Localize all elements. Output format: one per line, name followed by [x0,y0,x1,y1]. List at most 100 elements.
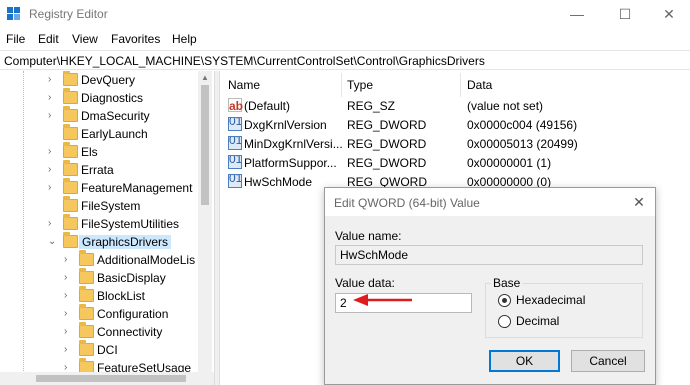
column-type[interactable]: Type [347,78,373,92]
tree-item[interactable]: › Diagnostics [0,88,214,107]
folder-icon [63,178,78,194]
tree-item-label[interactable]: Errata [81,163,114,177]
tree-item[interactable]: › DmaSecurity [0,106,214,125]
tree-item[interactable]: › FileSystemUtilities [0,214,214,233]
chevron-right-icon[interactable]: › [64,326,74,338]
column-divider[interactable] [460,73,461,97]
folder-icon [63,106,78,122]
tree-item[interactable]: › DCI [0,340,214,359]
tree-item[interactable]: ⌄ GraphicsDrivers [0,232,214,251]
address-path[interactable]: Computer\HKEY_LOCAL_MACHINE\SYSTEM\Curre… [4,54,485,68]
dialog-close-button[interactable]: ✕ [628,192,650,212]
value-data-cell: 0x0000c004 (49156) [467,118,578,132]
list-header: Name Type Data [220,73,690,97]
edit-qword-dialog: Edit QWORD (64-bit) Value ✕ Value name: … [324,187,656,385]
column-name[interactable]: Name [228,78,260,92]
value-name-cell: MinDxgKrnlVersi... [244,137,343,151]
cancel-button[interactable]: Cancel [571,350,645,372]
table-row[interactable]: ab (Default) REG_SZ (value not set) [220,96,690,115]
tree-item[interactable]: › AdditionalModeLis [0,250,214,269]
folder-icon [63,196,78,212]
hexadecimal-label[interactable]: Hexadecimal [516,293,585,307]
ok-button[interactable]: OK [489,350,560,372]
menu-help[interactable]: Help [172,32,197,46]
chevron-right-icon[interactable]: › [64,344,74,356]
tree-item[interactable]: › BlockList [0,286,214,305]
decimal-radio[interactable] [498,315,511,328]
hexadecimal-radio[interactable] [498,294,511,307]
tree-item-label[interactable]: AdditionalModeLis [97,253,195,267]
tree-item[interactable]: EarlyLaunch [0,124,214,143]
menu-view[interactable]: View [72,32,98,46]
folder-icon [79,304,94,320]
chevron-right-icon[interactable]: › [48,110,58,122]
tree-item[interactable]: FileSystem [0,196,214,215]
tree-item[interactable]: › Connectivity [0,322,214,341]
chevron-right-icon[interactable]: › [48,218,58,230]
tree-scroll-thumb[interactable] [201,85,209,205]
chevron-right-icon[interactable]: › [64,290,74,302]
dialog-title-bar: Edit QWORD (64-bit) Value ✕ [325,188,655,216]
chevron-right-icon[interactable]: › [64,254,74,266]
chevron-right-icon[interactable]: › [48,182,58,194]
chevron-right-icon[interactable]: › [48,92,58,104]
red-arrow-annotation [353,294,412,306]
tree-item-label[interactable]: Connectivity [97,325,162,339]
value-type-cell: REG_DWORD [347,118,427,132]
tree-item[interactable]: › Errata [0,160,214,179]
tree-item-label[interactable]: FeatureManagement [81,181,192,195]
value-name-cell: (Default) [244,99,291,113]
key-tree[interactable]: › DevQuery › Diagnostics › DmaSecurity EarlyLa… [0,71,214,385]
tree-item-label[interactable]: DmaSecurity [81,109,150,123]
chevron-right-icon[interactable]: › [48,74,58,86]
tree-item[interactable]: › BasicDisplay [0,268,214,287]
tree-hscroll-thumb[interactable] [36,375,186,382]
column-data[interactable]: Data [467,78,492,92]
tree-item-label[interactable]: Diagnostics [81,91,143,105]
tree-vertical-scrollbar[interactable]: ▲ [198,71,212,372]
table-row[interactable]: 011DxgKrnlVersion REG_DWORD 0x0000c004 (49… [220,115,690,134]
tree-item-label[interactable]: FileSystem [81,199,140,213]
chevron-right-icon[interactable]: › [48,146,58,158]
chevron-down-icon[interactable]: ⌄ [48,236,58,248]
menu-favorites[interactable]: Favorites [111,32,160,46]
menu-file[interactable]: File [6,32,25,46]
menu-bar: File Edit View Favorites Help [0,29,690,49]
binary-value-icon: 011 [228,136,242,150]
tree-item-label[interactable]: BlockList [97,289,145,303]
tree-item-label[interactable]: GraphicsDrivers [79,235,172,249]
close-button[interactable]: ✕ [646,0,690,28]
tree-item-label[interactable]: Configuration [97,307,168,321]
tree-item-label[interactable]: Els [81,145,98,159]
value-name-cell: PlatformSuppor... [244,156,337,170]
string-value-icon: ab [228,98,244,113]
tree-item[interactable]: › Configuration [0,304,214,323]
column-divider[interactable] [341,73,342,97]
binary-value-icon: 011 [228,117,242,131]
chevron-right-icon[interactable]: › [64,272,74,284]
folder-icon [63,232,78,248]
tree-horizontal-scrollbar[interactable] [0,372,214,385]
tree-item-label[interactable]: DevQuery [81,73,135,87]
tree-item-label[interactable]: FileSystemUtilities [81,217,179,231]
tree-item-label[interactable]: DCI [97,343,118,357]
maximize-button[interactable]: ☐ [602,0,648,28]
tree-item[interactable]: › DevQuery [0,71,214,89]
chevron-right-icon[interactable]: › [64,308,74,320]
chevron-right-icon[interactable]: › [48,164,58,176]
tree-item-label[interactable]: BasicDisplay [97,271,166,285]
menu-edit[interactable]: Edit [38,32,59,46]
table-row[interactable]: 011MinDxgKrnlVersi... REG_DWORD 0x00005013… [220,134,690,153]
address-bar[interactable]: Computer\HKEY_LOCAL_MACHINE\SYSTEM\Curre… [0,50,690,70]
folder-icon [79,322,94,338]
decimal-label[interactable]: Decimal [516,314,559,328]
value-name-field[interactable]: HwSchMode [335,245,643,265]
value-name-cell: HwSchMode [244,175,313,189]
table-row[interactable]: 011PlatformSuppor... REG_DWORD 0x00000001 … [220,153,690,172]
scroll-up-arrow-icon[interactable]: ▲ [201,73,209,82]
tree-item[interactable]: › Els [0,142,214,161]
tree-item-label[interactable]: EarlyLaunch [81,127,148,141]
folder-icon [63,142,78,158]
minimize-button[interactable]: — [554,0,600,28]
tree-item[interactable]: › FeatureManagement [0,178,214,197]
